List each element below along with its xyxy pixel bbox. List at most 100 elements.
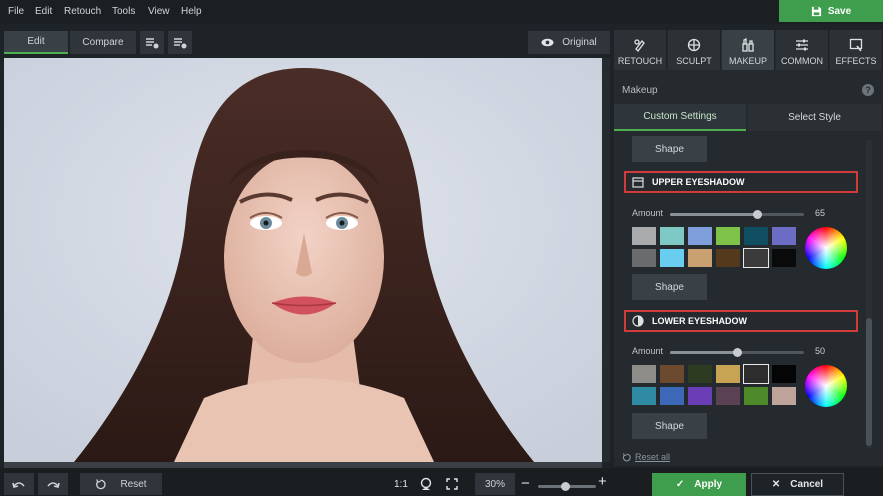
layers-add-icon (146, 37, 159, 48)
upper-color-wheel[interactable] (805, 227, 847, 269)
save-label: Save (827, 5, 852, 17)
upper-color-swatch[interactable] (744, 227, 768, 245)
lower-amount-thumb[interactable] (733, 348, 742, 357)
lower-color-swatch[interactable] (688, 365, 712, 383)
select-style-tab[interactable]: Select Style (748, 104, 881, 131)
undo-icon (12, 481, 25, 488)
panel-scrollbar[interactable] (866, 140, 872, 448)
reset-label: Reset (120, 478, 147, 490)
lower-amount-value: 50 (815, 346, 826, 356)
upper-eyeshadow-title: UPPER EYESHADOW (652, 177, 745, 187)
menu-file[interactable]: File (8, 6, 24, 17)
reset-all-label: Reset all (635, 452, 671, 462)
tab-effects-label: EFFECTS (835, 56, 877, 66)
apply-label: Apply (694, 479, 723, 490)
redo-icon (47, 481, 60, 488)
upper-color-swatch[interactable] (772, 227, 796, 245)
upper-color-swatch[interactable] (660, 227, 684, 245)
lower-color-swatch[interactable] (716, 365, 740, 383)
sculpt-icon (687, 38, 701, 52)
portrait-photo (4, 58, 602, 462)
lower-color-wheel[interactable] (805, 365, 847, 407)
upper-color-swatch[interactable] (688, 249, 712, 267)
reset-icon (96, 478, 107, 489)
layers-button-1[interactable] (140, 31, 164, 54)
shape-button-top[interactable]: Shape (632, 136, 707, 162)
layers-button-2[interactable] (168, 31, 192, 54)
menu-help[interactable]: Help (181, 6, 202, 17)
lower-amount-slider[interactable] (670, 348, 804, 357)
custom-settings-tab[interactable]: Custom Settings (614, 104, 746, 131)
menu-edit[interactable]: Edit (35, 6, 52, 17)
upper-color-swatch[interactable] (716, 227, 740, 245)
lower-color-swatch[interactable] (772, 387, 796, 405)
upper-color-swatch[interactable] (660, 249, 684, 267)
zoom-out-icon[interactable]: − (521, 475, 530, 492)
menu-tools[interactable]: Tools (112, 6, 135, 17)
zoom-in-icon[interactable]: + (598, 473, 607, 490)
help-icon[interactable]: ? (862, 84, 874, 96)
compare-tab[interactable]: Compare (70, 31, 136, 54)
undo-button[interactable] (4, 473, 34, 495)
tab-makeup[interactable]: MAKEUP (722, 30, 775, 70)
upper-eyeshadow-icon (632, 176, 644, 188)
edit-tab[interactable]: Edit (4, 31, 68, 54)
panel-title: Makeup (622, 85, 658, 96)
lower-color-swatch[interactable] (632, 387, 656, 405)
sliders-icon (796, 39, 808, 51)
zoom-slider-thumb[interactable] (561, 482, 571, 491)
menu-retouch[interactable]: Retouch (64, 6, 101, 17)
upper-color-swatch[interactable] (743, 248, 769, 268)
retouch-icon (634, 39, 645, 52)
save-icon (811, 6, 821, 16)
upper-amount-label: Amount (632, 208, 664, 218)
tab-retouch[interactable]: RETOUCH (614, 30, 667, 70)
tab-common-label: COMMON (781, 56, 823, 66)
zoom-slider[interactable] (538, 482, 596, 491)
fit-screen-icon[interactable] (446, 478, 458, 490)
reset-button[interactable]: Reset (80, 473, 162, 495)
reset-all-link[interactable]: Reset all (622, 452, 670, 462)
lower-color-swatch[interactable] (743, 364, 769, 384)
face-fit-icon[interactable] (420, 477, 432, 490)
zoom-value[interactable]: 30% (475, 473, 515, 495)
upper-color-swatch[interactable] (632, 227, 656, 245)
upper-color-swatch[interactable] (688, 227, 712, 245)
lower-color-swatch[interactable] (716, 387, 740, 405)
upper-shape-button[interactable]: Shape (632, 274, 707, 300)
lower-color-swatch[interactable] (772, 365, 796, 383)
lower-shape-button[interactable]: Shape (632, 413, 707, 439)
eye-icon (541, 38, 554, 47)
lower-eyeshadow-header[interactable]: LOWER EYESHADOW (624, 310, 858, 332)
lower-eyeshadow-title: LOWER EYESHADOW (652, 316, 748, 326)
upper-amount-slider[interactable] (670, 210, 804, 219)
upper-amount-thumb[interactable] (753, 210, 763, 219)
save-button[interactable]: Save (779, 0, 883, 22)
photo-canvas[interactable] (4, 58, 602, 462)
lower-color-swatch[interactable] (688, 387, 712, 405)
original-button[interactable]: Original (528, 31, 610, 54)
lower-color-swatch[interactable] (632, 365, 656, 383)
lower-amount-fill (670, 351, 737, 354)
tab-makeup-label: MAKEUP (728, 56, 767, 66)
cancel-button[interactable]: ✕ Cancel (751, 473, 844, 496)
checkmark-icon: ✓ (675, 479, 685, 490)
lower-amount-label: Amount (632, 346, 664, 356)
tab-common[interactable]: COMMON (776, 30, 829, 70)
lower-color-swatch[interactable] (744, 387, 768, 405)
tab-effects[interactable]: EFFECTS (830, 30, 883, 70)
lower-color-swatch[interactable] (660, 387, 684, 405)
upper-color-swatch[interactable] (632, 249, 656, 267)
apply-button[interactable]: ✓ Apply (652, 473, 746, 496)
upper-color-swatch[interactable] (772, 249, 796, 267)
tab-sculpt[interactable]: SCULPT (668, 30, 721, 70)
lower-color-swatch[interactable] (660, 365, 684, 383)
canvas-vertical-scrollbar[interactable] (602, 58, 610, 462)
upper-color-swatch[interactable] (716, 249, 740, 267)
menu-view[interactable]: View (148, 6, 170, 17)
upper-eyeshadow-header[interactable]: UPPER EYESHADOW (624, 171, 858, 193)
one-to-one-button[interactable]: 1:1 (394, 479, 408, 490)
tab-sculpt-label: SCULPT (676, 56, 712, 66)
panel-scrollbar-thumb[interactable] (866, 318, 872, 446)
redo-button[interactable] (38, 473, 68, 495)
